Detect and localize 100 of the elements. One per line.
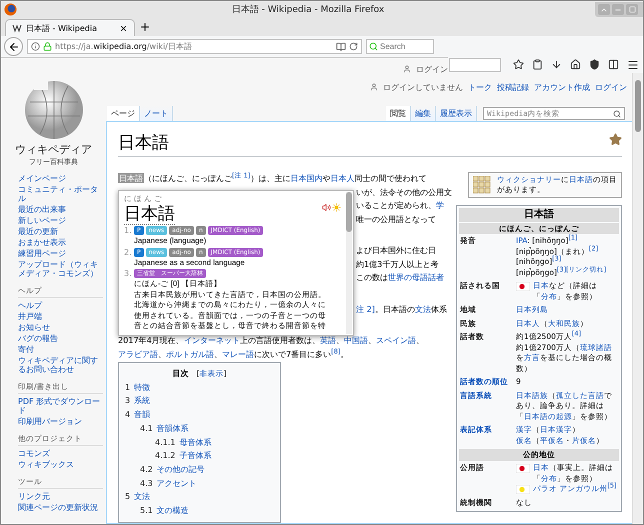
toc-link[interactable]: 5.1 文の構造 [125, 504, 274, 518]
article-text: いが、法令その他の公用文 [356, 186, 452, 198]
reference-link[interactable]: [4] [572, 330, 582, 338]
text-link[interactable]: 文法 [414, 304, 431, 314]
sidebar-link[interactable]: コモンズ [18, 448, 103, 459]
sidebar-link[interactable]: リンク元 [18, 491, 103, 502]
login-status: ログインしていません [383, 82, 463, 92]
sidebar-link[interactable]: メインページ [18, 173, 103, 184]
sidebar-link[interactable]: PDF 形式でダウンロード [18, 396, 103, 416]
toc-link[interactable]: 4.1.2 子音体系 [125, 449, 274, 463]
reload-icon[interactable] [349, 42, 358, 51]
sidebar-link[interactable]: バグの報告 [18, 333, 103, 344]
article-text: 日本語（にほんご、にっぽんご$^{[注 1]}$）は、主に日本国内や日本人同士の間で使われて [118, 172, 426, 185]
toc-link[interactable]: 4.3 アクセント [125, 476, 274, 490]
article-text: よび日本国外に住む日 [356, 244, 436, 257]
text-link[interactable]: マレー語 [222, 348, 254, 358]
article-text: 約1億3千万人以上と考 [356, 258, 438, 270]
text-link[interactable]: 英語 [320, 335, 336, 345]
personal-link[interactable]: トーク [468, 82, 492, 92]
bookmark-star-icon[interactable] [513, 59, 524, 70]
sidebar-link[interactable]: 新しいページ [18, 215, 103, 226]
site-name: ウィキペディア [15, 142, 92, 157]
toc-link[interactable]: 4.1 音韻体系 [125, 422, 274, 436]
toc-link[interactable]: 1 特徴 [125, 380, 274, 394]
reference-link[interactable]: [注 1] [232, 171, 250, 180]
reader-view-icon[interactable] [336, 42, 346, 52]
article-text: 注 2]。日本語の文法体系 [356, 302, 447, 316]
reference-link[interactable]: [1] [568, 234, 578, 242]
sidebar-link[interactable]: アップロード（ウィキメディア・コモンズ） [18, 259, 103, 279]
menu-icon[interactable] [627, 58, 639, 70]
sidebar-link[interactable]: 最近の更新 [18, 226, 103, 237]
view-tab[interactable]: 編集 [411, 106, 436, 121]
sidebar-link[interactable]: 寄付 [18, 344, 103, 355]
text-link[interactable]: 学 [436, 200, 444, 210]
speaker-icon[interactable] [322, 203, 331, 212]
home-icon[interactable] [570, 59, 581, 70]
shield-icon[interactable] [589, 59, 600, 70]
page-tab[interactable]: ノート [140, 106, 173, 121]
back-button[interactable] [4, 37, 23, 56]
new-tab-icon[interactable] [139, 21, 151, 33]
user-icon [370, 83, 378, 91]
url-text: https://ja.wikipedia.org/wiki/日本語 [55, 41, 193, 52]
scrollbar-thumb[interactable] [635, 80, 641, 132]
personal-link[interactable]: アカウント作成 [534, 82, 590, 92]
personal-link[interactable]: ログイン [595, 82, 627, 92]
toc-link[interactable]: 3 系統 [125, 394, 274, 408]
close-icon[interactable] [119, 24, 128, 32]
sidebar-link[interactable]: コミュニティ・ポータル [18, 184, 103, 204]
download-icon[interactable] [551, 59, 562, 70]
reference-link[interactable]: [3] [552, 254, 562, 262]
text-link[interactable]: スペイン語 [376, 335, 416, 345]
article-text: 唯一の公用語となって [356, 212, 436, 226]
clipboard-icon[interactable] [532, 59, 543, 70]
infobox-title: 日本語 [459, 208, 619, 222]
tile-grid-icon [473, 176, 491, 194]
sidebar-link[interactable]: 関連ページの更新状況 [18, 502, 103, 513]
login-link[interactable]: ログイン [416, 64, 448, 74]
sidebar-link[interactable]: ウィキペディアに関するお問い合わせ [18, 355, 103, 375]
sidebar-link[interactable]: おまかせ表示 [18, 237, 103, 248]
search-field[interactable]: Search [366, 39, 434, 54]
flag-icon [516, 282, 530, 291]
sidebar-link[interactable]: ヘルプ [18, 300, 103, 311]
address-field[interactable]: https://ja.wikipedia.org/wiki/日本語 [27, 39, 362, 54]
reference-link[interactable]: [5] [607, 482, 617, 490]
sense-number: 1. [124, 225, 133, 237]
personal-link[interactable]: 投稿記録 [497, 82, 529, 92]
sense-number: 3. [124, 268, 133, 280]
page-tab[interactable]: ページ [107, 106, 140, 121]
text-link[interactable]: 日本人 [330, 173, 354, 183]
sidebar-link[interactable]: ウィキブックス [18, 459, 103, 470]
search-icon[interactable] [613, 110, 621, 118]
text-link[interactable]: 中国語 [344, 335, 368, 345]
sidebar-icon[interactable] [608, 59, 619, 70]
toc-link[interactable]: 4 音韻 [125, 408, 274, 422]
view-tab[interactable]: 閲覧 [386, 106, 411, 121]
toc-link[interactable]: 5 文法 [125, 490, 274, 504]
text-link[interactable]: インターネット [184, 335, 240, 345]
star-icon[interactable] [609, 133, 622, 146]
article-title: 日本語 [118, 132, 169, 154]
sidebar-link[interactable]: 練習用ページ [18, 248, 103, 259]
text-link[interactable]: 日本国内 [290, 173, 322, 183]
text-link[interactable]: 注 2] [356, 304, 375, 314]
reference-link[interactable]: [8] [331, 346, 340, 355]
view-tab[interactable]: 履歴表示 [436, 106, 477, 121]
toc-link[interactable]: 4.1.1 母音体系 [125, 436, 274, 450]
sidebar-link[interactable]: お知らせ [18, 322, 103, 333]
article-text: アラビア語、ポルトガル語、マレー語に次いで7番目に多い$^{[8]}$。 [118, 348, 348, 360]
toc-link[interactable]: 4.2 その他の記号 [125, 462, 274, 477]
reference-link[interactable]: [3][リンク切れ] [556, 265, 606, 273]
sidebar-link[interactable]: 印刷用バージョン [18, 416, 103, 427]
browser-tab[interactable]: 日本語 - Wikipedia [5, 19, 135, 36]
text-link[interactable]: 世界の母語話者 [388, 272, 444, 282]
maximize-icon [628, 6, 636, 13]
text-link[interactable]: アラビア語 [118, 348, 158, 358]
sidebar-link[interactable]: 最近の出来事 [18, 204, 103, 215]
info-icon [31, 42, 40, 51]
sidebar-link[interactable]: 井戸端 [18, 311, 103, 322]
reference-link[interactable]: [2] [588, 244, 598, 252]
toolbar-field[interactable] [449, 58, 501, 72]
text-link[interactable]: ポルトガル語 [166, 348, 214, 358]
